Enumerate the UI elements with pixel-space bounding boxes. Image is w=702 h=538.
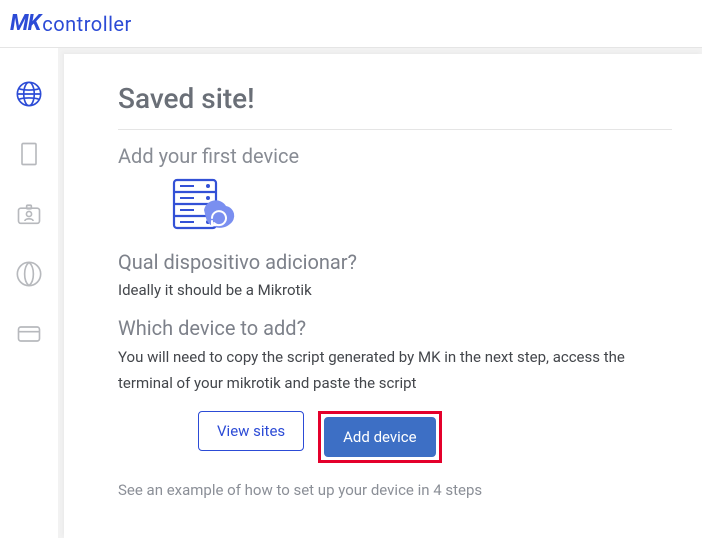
card-icon [15,320,43,352]
app-body: Saved site! Add your first device [0,48,702,538]
id-badge-icon [15,200,43,232]
brand-mark: MK [10,11,40,36]
brand-text: controller [42,12,132,36]
heading-qual-dispositivo: Qual dispositivo adicionar? [118,250,672,274]
sidebar-item-billing[interactable] [13,320,45,352]
main-panel: Saved site! Add your first device [64,54,702,538]
highlight-add-device: Add device [318,411,441,463]
view-sites-button[interactable]: View sites [198,411,304,451]
sidebar-item-docs[interactable] [13,140,45,172]
divider [118,129,672,130]
subheading-add-first-device: Add your first device [118,144,672,168]
globe-icon [15,80,43,112]
button-row: View sites Add device [198,411,672,463]
sidebar-item-mikrotik[interactable] [13,260,45,292]
circle-swirl-icon [15,260,43,292]
server-sync-illustration [168,176,672,242]
heading-which-device: Which device to add? [118,316,672,340]
sidebar-item-users[interactable] [13,200,45,232]
page-title: Saved site! [118,82,672,115]
text-ideally-mikrotik: Ideally it should be a Mikrotik [118,278,672,302]
main-wrap: Saved site! Add your first device [58,48,702,538]
add-device-button[interactable]: Add device [324,417,435,457]
app-header: MKcontroller [0,0,702,48]
sidebar [0,48,58,538]
example-setup-link[interactable]: See an example of how to set up your dev… [118,481,672,499]
brand-logo[interactable]: MKcontroller [10,11,132,36]
text-copy-script: You will need to copy the script generat… [118,344,672,397]
sidebar-item-sites[interactable] [13,80,45,112]
document-icon [15,140,43,172]
